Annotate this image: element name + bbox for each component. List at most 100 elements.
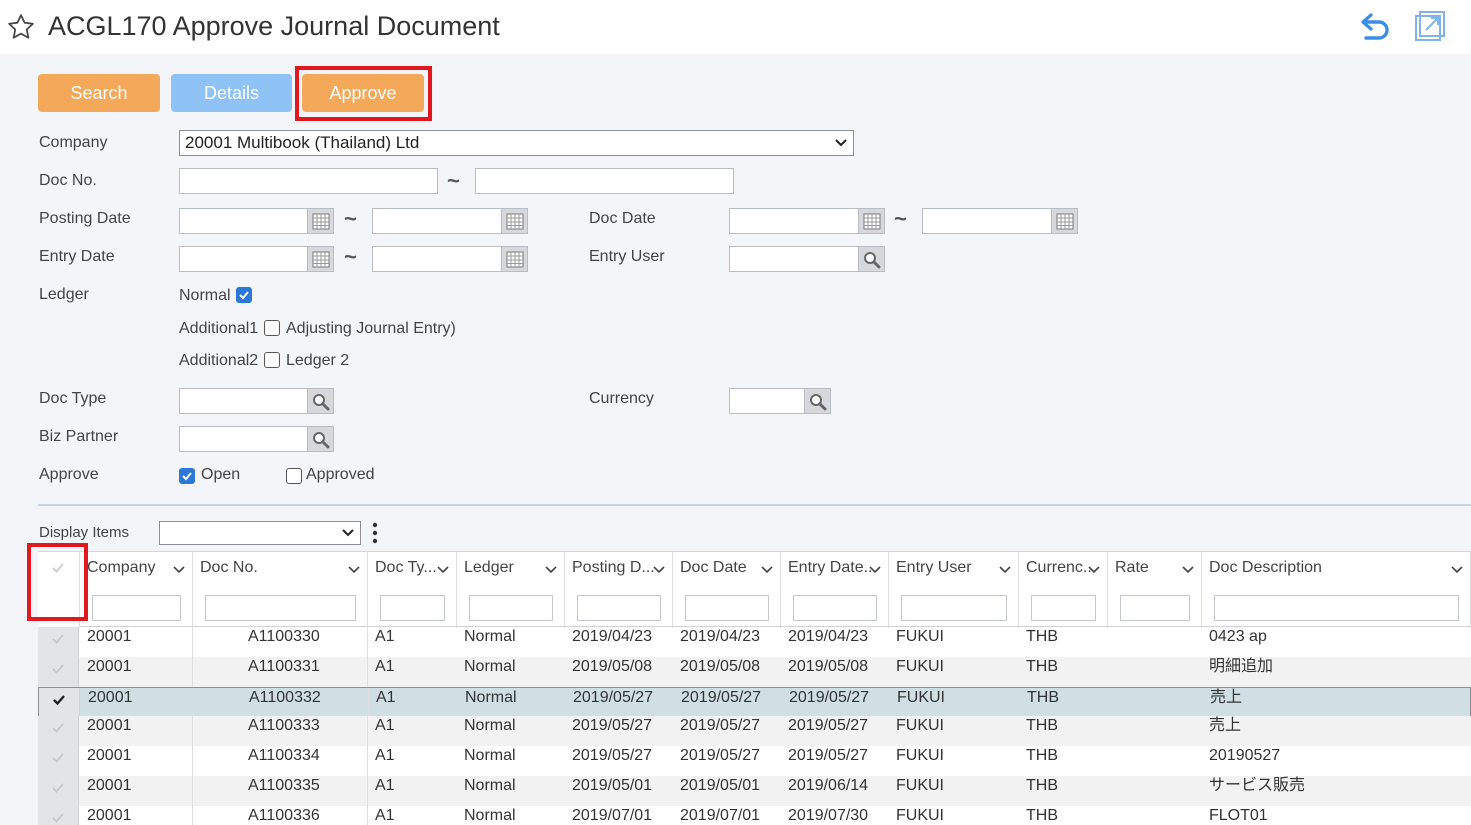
doc-date-to-input[interactable] (922, 208, 1053, 234)
checkmark-icon (52, 664, 64, 674)
calendar-button[interactable] (307, 246, 334, 272)
doc-no-from-input[interactable] (179, 168, 438, 194)
column-filter-input[interactable] (1214, 595, 1459, 621)
cell-posting-date: 2019/04/23 (572, 628, 653, 645)
calendar-button[interactable] (858, 208, 885, 234)
doc-type-input[interactable] (179, 388, 309, 414)
column-filter-input[interactable] (380, 595, 445, 621)
chevron-down-icon[interactable] (437, 566, 449, 574)
lookup-button[interactable] (307, 388, 334, 414)
column-filter-input[interactable] (92, 595, 181, 621)
posting-date-to-input[interactable] (372, 208, 503, 234)
select-all-highlight-box (27, 543, 88, 621)
table-row[interactable]: 20001 A1100336 A1 Normal 2019/07/01 2019/07/0… (38, 805, 1471, 825)
column-header-entry-date[interactable]: Entry Date... (781, 552, 889, 628)
cell-doc-type: A1 (375, 657, 395, 675)
ledger-normal-checkbox[interactable] (236, 287, 252, 303)
row-select-checkbox[interactable] (38, 776, 79, 806)
posting-date-from-input[interactable] (179, 208, 309, 234)
cell-doc-type: A1 (375, 806, 395, 824)
calendar-button[interactable] (1051, 208, 1078, 234)
column-filter-input[interactable] (685, 595, 769, 621)
table-row[interactable]: 20001 A1100333 A1 Normal 2019/05/27 2019/05/2… (38, 716, 1471, 747)
doc-no-to-input[interactable] (475, 168, 734, 194)
approve-open-checkbox[interactable] (179, 468, 195, 484)
column-header-ledger[interactable]: Ledger (457, 552, 565, 628)
row-select-checkbox[interactable] (38, 627, 79, 657)
lookup-button[interactable] (307, 426, 334, 452)
cell-description: 0423 ap (1209, 628, 1267, 645)
column-header-description[interactable]: Doc Description (1202, 552, 1471, 628)
cell-doc-date: 2019/04/23 (680, 628, 761, 645)
column-header-label: Doc Date (680, 559, 747, 576)
calendar-button[interactable] (307, 208, 334, 234)
ledger-additional1-checkbox[interactable] (264, 320, 280, 336)
doc-date-from-input[interactable] (729, 208, 860, 234)
column-header-doc-no[interactable]: Doc No. (193, 552, 368, 628)
lookup-button[interactable] (858, 246, 885, 272)
undo-icon[interactable] (1359, 10, 1393, 44)
chevron-down-icon[interactable] (761, 566, 773, 574)
approve-approved-checkbox[interactable] (286, 468, 302, 484)
column-divider (367, 805, 368, 825)
row-select-checkbox[interactable] (38, 656, 79, 687)
table-row[interactable]: 20001 A1100334 A1 Normal 2019/05/27 2019/05/2… (38, 746, 1471, 777)
popout-icon[interactable] (1413, 10, 1447, 44)
row-select-checkbox[interactable] (38, 746, 79, 777)
column-header-doc-date[interactable]: Doc Date (673, 552, 781, 628)
approve-highlight-box (295, 66, 432, 121)
column-header-doc-type[interactable]: Doc Ty... (368, 552, 457, 628)
cell-doc-no: A1100330 (248, 628, 320, 645)
row-select-checkbox[interactable] (38, 716, 79, 747)
cell-entry-date: 2019/05/27 (788, 717, 869, 735)
column-filter-input[interactable] (1120, 595, 1190, 621)
cell-doc-date: 2019/05/27 (680, 747, 761, 765)
lookup-button[interactable] (804, 388, 831, 414)
calendar-button[interactable] (501, 246, 528, 272)
ledger-additional2-checkbox[interactable] (264, 352, 280, 368)
display-items-select[interactable] (159, 521, 361, 545)
chevron-down-icon[interactable] (653, 566, 665, 574)
calendar-button[interactable] (501, 208, 528, 234)
cell-doc-type: A1 (375, 717, 395, 735)
column-header-rate[interactable]: Rate (1108, 552, 1202, 628)
column-header-currency[interactable]: Currenc... (1019, 552, 1108, 628)
column-filter-input[interactable] (901, 595, 1007, 621)
entry-user-input[interactable] (729, 246, 860, 272)
table-row[interactable]: 20001 A1100331 A1 Normal 2019/05/08 2019/05/0… (38, 656, 1471, 687)
entry-date-from-input[interactable] (179, 246, 309, 272)
more-options-icon[interactable] (372, 522, 378, 544)
search-icon (810, 394, 827, 411)
row-select-checkbox[interactable] (39, 687, 80, 718)
column-filter-input[interactable] (1031, 595, 1096, 621)
row-select-checkbox[interactable] (38, 805, 79, 825)
cell-entry-date: 2019/07/30 (788, 806, 869, 824)
chevron-down-icon[interactable] (1088, 566, 1100, 574)
details-button[interactable]: Details (171, 74, 292, 112)
chevron-down-icon[interactable] (545, 566, 557, 574)
table-row[interactable]: 20001 A1100332 A1 Normal 2019/05/27 2019/05/2… (38, 686, 1471, 718)
chevron-down-icon[interactable] (173, 566, 185, 574)
column-header-posting-date[interactable]: Posting D... (565, 552, 673, 628)
column-filter-input[interactable] (793, 595, 877, 621)
ledger-additional2-prefix: Additional2 (179, 352, 259, 369)
column-filter-input[interactable] (205, 595, 356, 621)
column-header-entry-user[interactable]: Entry User (889, 552, 1019, 628)
chevron-down-icon[interactable] (999, 566, 1011, 574)
column-filter-input[interactable] (469, 595, 553, 621)
column-divider (192, 656, 193, 687)
search-button[interactable]: Search (38, 74, 160, 112)
chevron-down-icon[interactable] (869, 566, 881, 574)
column-filter-input[interactable] (577, 595, 661, 621)
table-row[interactable]: 20001 A1100330 A1 Normal 2019/04/23 2019/04/2… (38, 627, 1471, 657)
table-row[interactable]: 20001 A1100335 A1 Normal 2019/05/01 2019/05/0… (38, 776, 1471, 806)
star-icon[interactable] (6, 12, 36, 42)
entry-date-to-input[interactable] (372, 246, 503, 272)
column-header-company[interactable]: Company (80, 552, 193, 628)
chevron-down-icon[interactable] (1451, 566, 1463, 574)
currency-input[interactable] (729, 388, 806, 414)
company-select[interactable]: 20001 Multibook (Thailand) Ltd (179, 130, 854, 156)
biz-partner-input[interactable] (179, 426, 309, 452)
chevron-down-icon[interactable] (348, 566, 360, 574)
chevron-down-icon[interactable] (1182, 566, 1194, 574)
